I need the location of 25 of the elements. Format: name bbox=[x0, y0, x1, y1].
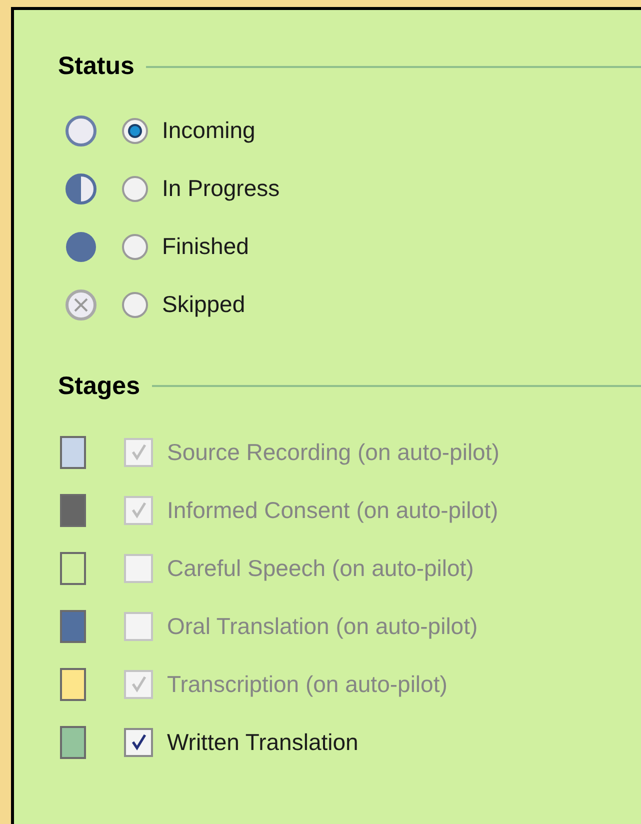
checkbox-label[interactable]: Written Translation bbox=[167, 724, 358, 760]
section-heading: Stages bbox=[58, 370, 140, 402]
check-icon bbox=[130, 733, 148, 751]
checkbox-label: Informed Consent (on auto-pilot) bbox=[167, 496, 498, 525]
checkbox-label: Careful Speech (on auto-pilot) bbox=[167, 554, 474, 583]
check-icon bbox=[130, 501, 148, 519]
radio-label[interactable]: Incoming bbox=[162, 113, 256, 148]
radio-label[interactable]: Finished bbox=[162, 229, 249, 264]
radio-label[interactable]: In Progress bbox=[162, 171, 280, 206]
cross-circle-icon bbox=[64, 288, 98, 322]
check-icon bbox=[130, 443, 148, 461]
radio-label[interactable]: Skipped bbox=[162, 287, 246, 322]
empty-circle-icon bbox=[64, 114, 98, 148]
checkbox-label: Transcription (on auto-pilot) bbox=[167, 670, 448, 699]
radio-button[interactable] bbox=[122, 118, 148, 144]
checkbox-label: Oral Translation (on auto-pilot) bbox=[167, 612, 478, 641]
half-circle-icon bbox=[64, 172, 98, 206]
check-icon bbox=[130, 675, 148, 693]
radio-button[interactable] bbox=[122, 176, 148, 202]
radio-button[interactable] bbox=[122, 292, 148, 318]
section-heading: Status bbox=[58, 51, 134, 82]
filled-circle-icon bbox=[64, 230, 98, 264]
checkbox[interactable] bbox=[124, 728, 153, 756]
checkbox-label: Source Recording (on auto-pilot) bbox=[167, 438, 500, 467]
radio-button[interactable] bbox=[122, 234, 148, 260]
